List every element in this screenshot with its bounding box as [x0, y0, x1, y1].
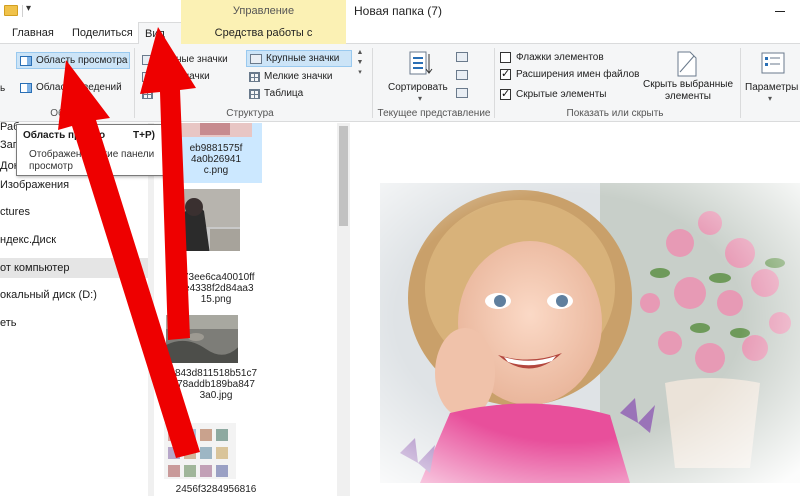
large-icons-button[interactable]: Крупные значки [246, 50, 352, 67]
options-label: Параметры [745, 82, 799, 93]
group-separator [134, 48, 135, 118]
details-pane-icon [20, 82, 32, 93]
list-button[interactable] [142, 85, 157, 102]
context-tab-header: Управление [181, 0, 346, 22]
tab-share[interactable]: Поделиться [66, 22, 139, 44]
file-extensions-toggle[interactable]: Расширения имен файлов [500, 66, 639, 83]
tab-home[interactable]: Главная [6, 22, 60, 44]
file-item[interactable]: 843d811518b51c7 78addb189ba847 3a0.jpg [166, 315, 264, 415]
title-bar: ▾ Новая папка (7) [0, 0, 800, 22]
item-checkboxes-checkbox[interactable] [500, 52, 511, 63]
normal-icons-button[interactable]: ные значки [142, 68, 210, 85]
small-icons-button[interactable]: Мелкие значки [249, 68, 332, 85]
small-icons-icon [249, 71, 260, 82]
file-extensions-label: Расширения имен файлов [516, 69, 640, 80]
file-thumbnail [170, 189, 240, 251]
layout-group-label: Структура [226, 108, 274, 119]
add-columns-icon[interactable] [456, 70, 468, 80]
hidden-items-label: Скрытые элементы [516, 89, 607, 100]
file-item[interactable]: eb9881575f 4a0b26941 c.png [168, 123, 264, 183]
table-label: Таблица [264, 88, 304, 99]
file-list: eb9881575f 4a0b26941 c.png 273ee6ca40010… [154, 123, 350, 496]
file-list-scroll-thumb[interactable] [339, 126, 348, 226]
item-checkboxes-label: Флажки элементов [516, 52, 604, 63]
list-icon [142, 88, 153, 99]
navigation-pane: Рабоч Загр Доку Изображения ctures ндекс… [0, 121, 152, 496]
current-view-group-label: Текущее представление [377, 108, 491, 119]
file-item[interactable]: 2456f3284956816 [164, 423, 264, 496]
tooltip-title: Область просмо [23, 130, 106, 141]
item-checkboxes-toggle[interactable]: Флажки элементов [500, 49, 604, 66]
tooltip-body: Отображени рытие панели просмотр [29, 149, 155, 172]
large-icons-icon [250, 53, 262, 64]
normal-icons-icon [142, 71, 154, 82]
nav-item-this-pc[interactable]: от компьютер [0, 258, 148, 278]
options-dropdown-icon[interactable]: ▾ [768, 94, 772, 103]
window-title: Новая папка (7) [354, 4, 442, 18]
preview-pane-tooltip: Область просмо T+P) Отображени рытие пан… [16, 124, 168, 176]
group-separator [494, 48, 495, 118]
file-name: 2456f3284956816 [175, 484, 257, 495]
hide-selected-icon [677, 51, 697, 77]
table-button[interactable]: Таблица [249, 85, 303, 102]
ribbon: ь Область просмотра Область сведений Обл… [0, 44, 800, 122]
folder-icon [4, 5, 18, 16]
nav-item-network[interactable]: еть [0, 313, 148, 333]
show-hide-group-label: Показать или скрыть [566, 108, 664, 119]
layout-scroll-arrows[interactable]: ▲ ▼ ▾ [356, 48, 364, 78]
options-icon [761, 52, 785, 74]
group-separator [372, 48, 373, 118]
group-separator [740, 48, 741, 118]
file-name: 273ee6ca40010ff 4e4338f2d84aa3 15.png [177, 272, 255, 305]
preview-pane-icon [20, 55, 32, 66]
huge-icons-icon [142, 54, 154, 65]
file-name: eb9881575f 4a0b26941 c.png [189, 143, 243, 176]
nav-item-pictures[interactable]: ctures [0, 202, 148, 222]
details-pane-label: Область сведений [36, 82, 122, 93]
nav-item-images[interactable]: Изображения [0, 175, 148, 195]
hidden-items-checkbox[interactable] [500, 87, 511, 100]
nav-item-local-disk-d[interactable]: окальный диск (D:) [0, 285, 148, 305]
huge-icons-button[interactable]: ромные значки [142, 51, 228, 68]
fit-columns-icon[interactable] [456, 88, 468, 98]
sort-by-label: Сортировать [388, 82, 448, 93]
huge-icons-label: ромные значки [158, 54, 228, 65]
sort-dropdown-icon[interactable]: ▾ [418, 94, 422, 103]
quick-access-dropdown-icon[interactable]: ▾ [26, 3, 31, 14]
table-icon [249, 88, 260, 99]
hidden-items-toggle[interactable]: Скрытые элементы [500, 86, 606, 103]
minimize-button[interactable] [768, 2, 792, 20]
quick-access-separator [22, 5, 23, 17]
group-by-icon[interactable] [456, 52, 468, 62]
navigation-pane-button[interactable]: ь [0, 80, 5, 97]
file-extensions-checkbox[interactable] [500, 67, 511, 80]
normal-icons-label: ные значки [158, 71, 210, 82]
large-icons-label: Крупные значки [266, 53, 340, 64]
details-pane-button[interactable]: Область сведений [18, 79, 122, 96]
ribbon-tabs: Главная Поделиться Вид Средства работы с… [0, 22, 800, 61]
tab-view[interactable]: Вид [138, 22, 182, 45]
tooltip-shortcut: T+P) [133, 130, 155, 141]
sort-by-icon [409, 51, 433, 75]
preview-pane-button[interactable]: Область просмотра [16, 52, 130, 69]
file-thumbnail [164, 423, 236, 479]
nav-item-yandex-disk[interactable]: ндекс.Диск [0, 230, 148, 250]
file-name: 843d811518b51c7 78addb189ba847 3a0.jpg [174, 368, 258, 401]
small-icons-label: Мелкие значки [264, 71, 333, 82]
tab-picture-tools[interactable]: Средства работы с рисунками [181, 22, 346, 61]
preview-image [380, 183, 800, 483]
preview-pane-label: Область просмотра [36, 55, 128, 66]
hide-selected-button[interactable]: Скрыть выбранные элементы [640, 79, 736, 103]
file-item[interactable]: 273ee6ca40010ff 4e4338f2d84aa3 15.png [168, 189, 264, 309]
